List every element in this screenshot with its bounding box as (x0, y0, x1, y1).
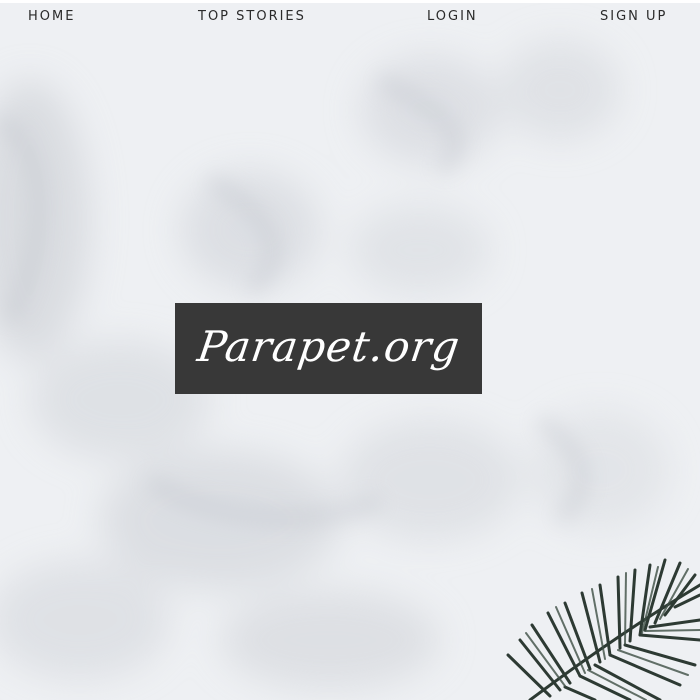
site-logo[interactable]: Parapet.org (175, 303, 482, 394)
nav-sign-up-link[interactable]: SIGN UP (600, 10, 667, 24)
nav-top-stories-link[interactable]: TOP STORIES (198, 10, 306, 24)
top-navigation: HOME TOP STORIES LOGIN SIGN UP (0, 0, 700, 34)
landing-page: HOME TOP STORIES LOGIN SIGN UP Parapet.o… (0, 0, 700, 700)
site-logo-text: Parapet.org (194, 322, 463, 371)
nav-home-link[interactable]: HOME (28, 10, 75, 24)
palm-leaf-icon (506, 558, 700, 700)
nav-login-link[interactable]: LOGIN (427, 10, 478, 24)
